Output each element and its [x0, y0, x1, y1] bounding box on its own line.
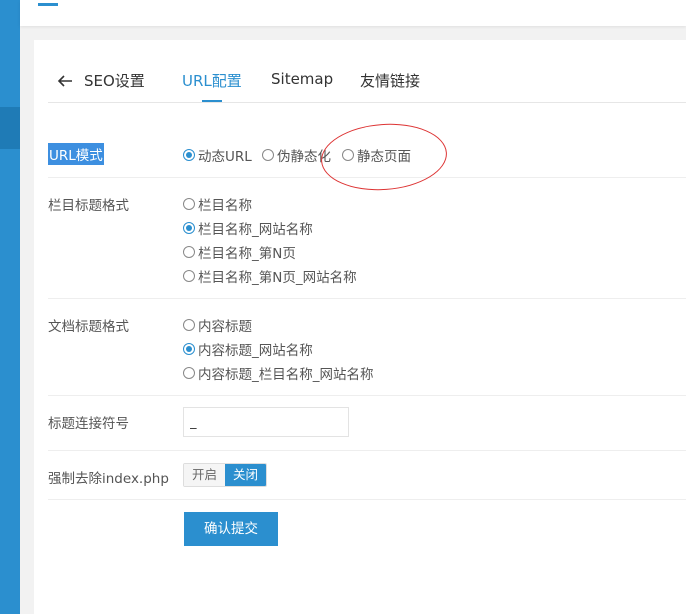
force-remove-index-toggle: 开启 关闭 [183, 463, 268, 487]
url-mode-label: URL模式 [48, 143, 104, 165]
doc-title-option-3[interactable]: 内容标题_栏目名称_网站名称 [183, 363, 374, 383]
title-connector-input[interactable] [183, 407, 349, 437]
column-title-format-label: 栏目标题格式 [48, 198, 129, 214]
arrow-left-icon[interactable] [56, 72, 74, 90]
doc-title-format-row: 文档标题格式 内容标题 内容标题_网站名称 内容标题_栏目名称_网站名称 [48, 299, 686, 396]
radio-unchecked-icon[interactable] [262, 149, 274, 161]
submit-button[interactable]: 确认提交 [184, 512, 278, 546]
column-title-option-4[interactable]: 栏目名称_第N页_网站名称 [183, 266, 357, 286]
radio-checked-icon[interactable] [183, 149, 195, 161]
tab-seo-settings[interactable]: SEO设置 [84, 70, 145, 91]
sidebar-active-item[interactable] [0, 107, 20, 149]
doc-title-format-label: 文档标题格式 [48, 319, 129, 335]
top-bar [20, 0, 686, 26]
radio-unchecked-icon[interactable] [183, 319, 195, 331]
tab-friend-links[interactable]: 友情链接 [360, 70, 420, 91]
doc-title-option-1[interactable]: 内容标题 [183, 315, 252, 335]
main-panel: SEO设置 URL配置 Sitemap 友情链接 URL模式 动态URL 伪静态… [34, 40, 686, 614]
title-connector-label: 标题连接符号 [48, 416, 129, 432]
toggle-on-button[interactable]: 开启 [184, 464, 226, 486]
radio-unchecked-icon[interactable] [183, 246, 195, 258]
radio-checked-icon[interactable] [183, 343, 195, 355]
tab-bar: SEO设置 URL配置 Sitemap 友情链接 [48, 62, 686, 103]
url-mode-option-dynamic[interactable]: 动态URL [183, 145, 252, 165]
radio-unchecked-icon[interactable] [183, 198, 195, 210]
force-remove-index-row: 强制去除index.php 开启 关闭 [48, 451, 686, 500]
doc-title-option-2[interactable]: 内容标题_网站名称 [183, 339, 313, 359]
force-remove-index-label: 强制去除index.php [48, 471, 169, 487]
hamburger-menu-icon[interactable] [38, 0, 58, 12]
toggle-off-button[interactable]: 关闭 [225, 464, 267, 486]
column-title-format-row: 栏目标题格式 栏目名称 栏目名称_网站名称 栏目名称_第N页 栏目名称_第N页_… [48, 178, 686, 299]
column-title-option-2[interactable]: 栏目名称_网站名称 [183, 218, 313, 238]
column-title-option-1[interactable]: 栏目名称 [183, 194, 252, 214]
tab-url-config[interactable]: URL配置 [182, 70, 242, 102]
radio-checked-icon[interactable] [183, 222, 195, 234]
tab-sitemap[interactable]: Sitemap [271, 70, 333, 88]
radio-unchecked-icon[interactable] [183, 367, 195, 379]
left-sidebar-strip [0, 0, 20, 614]
column-title-option-3[interactable]: 栏目名称_第N页 [183, 242, 296, 262]
radio-unchecked-icon[interactable] [183, 270, 195, 282]
title-connector-row: 标题连接符号 [48, 396, 686, 451]
